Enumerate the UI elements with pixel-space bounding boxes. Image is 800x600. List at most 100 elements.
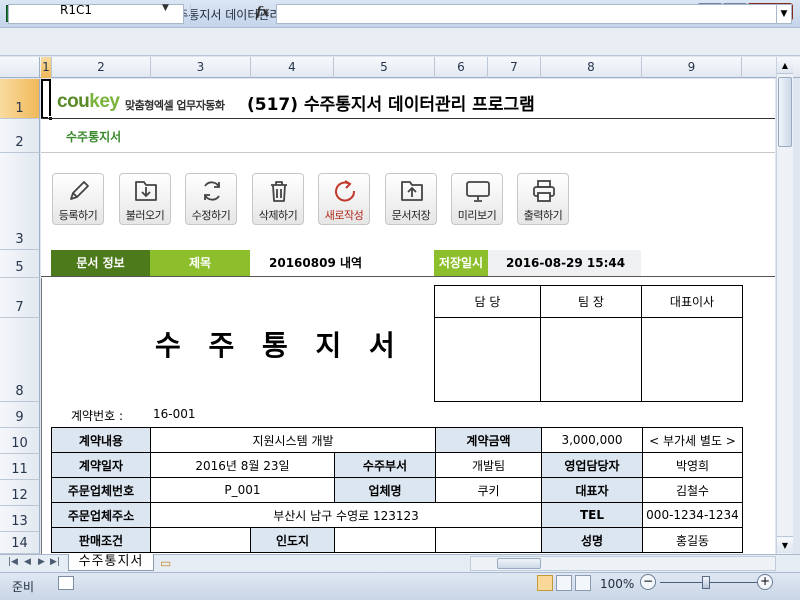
vertical-scrollbar[interactable]: ▲ ▼ [776, 57, 793, 554]
table-value-cell[interactable]: 박영희 [642, 452, 743, 478]
name-box-dropdown-icon[interactable]: ▼ [162, 3, 169, 13]
scroll-up-icon[interactable]: ▲ [777, 57, 793, 74]
table-row: 판매조건 인도지 성명 홍길동 [51, 527, 743, 553]
saved-at-value[interactable]: 2016-08-29 15:44 [488, 250, 641, 276]
prev-sheet-icon[interactable]: ◀ [24, 557, 31, 567]
table-value-cell[interactable]: 부산시 남구 수영로 123123 [150, 502, 542, 528]
row-header-13[interactable]: 13 [0, 506, 40, 532]
page-break-view-icon[interactable] [575, 575, 591, 591]
table-label-cell: 대표자 [541, 477, 643, 503]
column-header-3[interactable]: 3 [151, 57, 251, 78]
table-value-cell[interactable]: P_001 [150, 477, 335, 503]
row-header-12[interactable]: 12 [0, 480, 40, 506]
contract-number-label: 계약번호 : [71, 409, 124, 423]
table-label-cell: 수주부서 [334, 452, 436, 478]
save-document-button[interactable]: 문서저장 [385, 173, 437, 225]
table-row: 계약일자 2016년 8월 23일 수주부서 개발팀 영업담당자 박영희 [51, 452, 743, 478]
approval-column-staff[interactable]: 담 당 [435, 286, 541, 401]
new-sheet-icon[interactable]: ▭ [160, 556, 171, 570]
new-document-button[interactable]: 새로작성 [318, 173, 370, 225]
preview-button[interactable]: 미리보기 [451, 173, 503, 225]
print-button[interactable]: 출력하기 [517, 173, 569, 225]
table-row: 주문업체주소 부산시 남구 수영로 123123 TEL 000-1234-1234 [51, 502, 743, 528]
name-box-value: R1C1 [60, 3, 92, 17]
row-header-8[interactable]: 8 [0, 318, 40, 402]
contract-number-value[interactable]: 16-001 [153, 407, 196, 421]
table-value-cell[interactable]: 지원시스템 개발 [150, 427, 436, 453]
subtitle-divider [41, 152, 775, 153]
refresh-icon [204, 181, 220, 201]
insert-function-icon[interactable]: fx [256, 5, 269, 20]
row-header-10[interactable]: 10 [0, 428, 40, 454]
zoom-level[interactable]: 100% [600, 577, 634, 591]
table-value-cell[interactable]: 2016년 8월 23일 [150, 452, 335, 478]
row-header-5[interactable]: 5 [0, 250, 40, 278]
table-value-cell[interactable]: 홍길동 [642, 527, 743, 553]
column-header-4[interactable]: 4 [251, 57, 334, 78]
table-value-cell[interactable]: 000-1234-1234 [642, 502, 743, 528]
worksheet-grid[interactable]: coukey 맞춤형엑셀 업무자동화 (517) 수주통지서 데이터관리 프로그… [41, 79, 775, 554]
name-box[interactable] [8, 4, 184, 24]
formula-buttons [190, 4, 250, 24]
delete-button[interactable]: 삭제하기 [252, 173, 304, 225]
select-all-corner[interactable] [0, 57, 40, 78]
sheet-tab-order-notice[interactable]: 수주통지서 [68, 554, 154, 571]
expand-formula-bar-icon[interactable]: ▼ [776, 4, 792, 24]
table-label-cell: 판매조건 [51, 527, 151, 553]
new-refresh-icon [335, 180, 356, 202]
column-header-9[interactable]: 9 [642, 57, 742, 78]
approval-column-ceo[interactable]: 대표이사 [642, 286, 742, 401]
next-sheet-icon[interactable]: ▶ [38, 557, 45, 567]
table-label-cell: 성명 [541, 527, 643, 553]
table-value-cell[interactable]: 쿠키 [435, 477, 542, 503]
formula-input[interactable] [276, 4, 778, 24]
horizontal-scroll-thumb[interactable] [497, 558, 541, 569]
macro-record-icon[interactable] [58, 576, 74, 590]
load-button[interactable]: 불러오기 [119, 173, 171, 225]
horizontal-scrollbar[interactable] [470, 556, 776, 571]
column-header-7[interactable]: 7 [488, 57, 541, 78]
zoom-out-icon[interactable]: − [640, 574, 656, 590]
first-sheet-icon[interactable]: |◀ [8, 557, 18, 567]
table-value-cell[interactable] [435, 527, 542, 553]
edit-button[interactable]: 수정하기 [185, 173, 237, 225]
subject-value[interactable]: 20160809 내역 [269, 250, 362, 276]
column-header-8[interactable]: 8 [541, 57, 642, 78]
table-label-cell: 업체명 [334, 477, 436, 503]
active-cell-r1c1[interactable] [41, 79, 51, 119]
table-value-cell[interactable] [334, 527, 436, 553]
row-header-11[interactable]: 11 [0, 454, 40, 480]
folder-download-icon [135, 181, 157, 201]
table-value-cell[interactable]: 개발팀 [435, 452, 542, 478]
page-layout-view-icon[interactable] [556, 575, 572, 591]
last-sheet-icon[interactable]: ▶| [50, 557, 60, 567]
vertical-scroll-thumb[interactable] [778, 77, 792, 147]
sheet-subtitle: 수주통지서 [66, 130, 122, 144]
column-header-2[interactable]: 2 [52, 57, 151, 78]
table-label-cell: TEL [541, 502, 643, 528]
row-header-9[interactable]: 9 [0, 402, 40, 428]
column-header-5[interactable]: 5 [334, 57, 435, 78]
approval-column-team-lead[interactable]: 팀 장 [541, 286, 642, 401]
scroll-down-icon[interactable]: ▼ [777, 536, 793, 553]
column-header-1[interactable]: 1 [41, 57, 52, 78]
row-header-1[interactable]: 1 [0, 79, 40, 119]
row-header-14[interactable]: 14 [0, 532, 40, 554]
table-label-cell: 주문업체주소 [51, 502, 151, 528]
register-button[interactable]: 등록하기 [52, 173, 104, 225]
coukey-logo: coukey [57, 91, 120, 112]
table-value-cell[interactable]: 김철수 [642, 477, 743, 503]
form-left-border [41, 278, 42, 554]
table-label-cell: 영업담당자 [541, 452, 643, 478]
table-value-cell[interactable]: < 부가세 별도 > [642, 427, 743, 453]
zoom-in-icon[interactable]: + [757, 574, 773, 590]
table-value-cell[interactable] [150, 527, 251, 553]
normal-view-icon[interactable] [537, 575, 553, 591]
row-header-7[interactable]: 7 [0, 278, 40, 318]
row-header-3[interactable]: 3 [0, 153, 40, 250]
table-value-cell[interactable]: 3,000,000 [541, 427, 643, 453]
column-header-6[interactable]: 6 [435, 57, 488, 78]
title-underline [41, 118, 775, 119]
row-header-2[interactable]: 2 [0, 119, 40, 153]
zoom-slider-thumb[interactable] [702, 576, 710, 589]
